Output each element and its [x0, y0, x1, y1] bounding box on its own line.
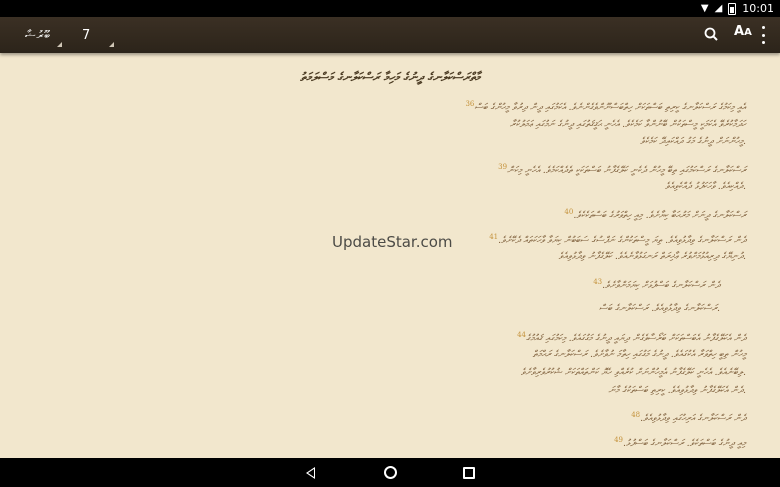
- verse-text: ރަސްކަލާނގެ ދީނަށް މަރުޙަބާ ކިޔާށެވެ. މި…: [573, 210, 746, 222]
- verse-text: ދެއްކިއެވެ. ވާހަކަފުޅު ދެއްކެވިއެވެ.: [665, 181, 746, 192]
- battery-icon: [728, 2, 737, 15]
- verse-line: ދެން ރަސްކަލާނގެ އަރިހުގައި ވިދާޅުވިއެވެ…: [629, 411, 746, 424]
- verse-line: އެއީ މިކަމުގެ ރަސްކަލާނގެ ކީރިތި ބަސްތަކ…: [463, 100, 746, 113]
- verse-line: ދުނިޔޭގެ ދިރިއުޅުމަށްވުރެ ޢާޚިރަތް ރަނގަ…: [559, 251, 746, 262]
- search-icon: [704, 27, 718, 41]
- verse-line: ލިބޭނެއެވެ. އެހެނީ ކަލޭގެފާނު އެމީހުންނަ…: [521, 367, 746, 378]
- verse-line: މީހުންނަށް ދީނުގެ މަގު ދައްކައިދޭ ކަމެކެ…: [640, 136, 746, 147]
- watermark: UpdateStar.com: [332, 233, 453, 251]
- verse-line: މީހުން ތިބީ ހިތްވަރާ އެކުގައެވެ. ދީނުގެ …: [533, 349, 746, 360]
- verse-text: ރަސްކަލާނގެ ވިދާޅުވިއެވެ. ރަސްކަލާނގެ ބަ…: [598, 303, 720, 314]
- reading-pane[interactable]: މާތްރަސްކަލާނގެ ދީނުގެ މަހިމާ ރަސްކަލާނގ…: [0, 53, 780, 458]
- verse-line: ދެއްކިއެވެ. ވާހަކަފުޅު ދެއްކެވިއެވެ.: [665, 181, 746, 192]
- verse-line: ދެން އެކަލޭގެފާނު އެބަސްތަކަށް ބަރޯސާވެގ…: [515, 331, 746, 344]
- chapter-number: 7: [82, 27, 91, 43]
- font-size-button[interactable]: A A: [734, 24, 752, 46]
- status-bar: ▼ ◢ 10:01: [0, 0, 780, 17]
- verse-text: ލިބޭނެއެވެ. އެހެނީ ކަލޭގެފާނު އެމީހުންނަ…: [520, 367, 746, 378]
- verse-number: 41: [489, 233, 499, 241]
- verse-text: މިއީ ދީނުގެ ބަސްތަކެވެ. ރަސްކަލާނގެ ބަސް…: [623, 438, 746, 450]
- verse-text: ހަދަމާކުރެވޭ އެކަމަކީ މީސްތަކުން ބޭނުންވ…: [509, 119, 746, 130]
- verse-line: ރަސްކަލާނގެ ދީނަށް މަރުޙަބާ ކިޔާށެވެ. މި…: [562, 208, 746, 221]
- wifi-icon: ▼: [700, 2, 709, 14]
- verse-text: ދެން އެކަލޭގެފާނު ވިދާޅުވިއެވެ. ކީރިތި ބ…: [608, 385, 746, 396]
- chapter-selector[interactable]: 7: [70, 17, 114, 53]
- font-size-icon-small: A: [744, 27, 752, 38]
- recent-apps-icon[interactable]: [463, 467, 475, 479]
- signal-icon: ◢: [714, 2, 723, 14]
- status-time: 10:01: [742, 2, 774, 15]
- book-selector[interactable]: ބޫރުޝާ: [14, 17, 62, 53]
- font-size-icon-large: A: [734, 24, 745, 39]
- verse-line: ހަދަމާކުރެވޭ އެކަމަކީ މީސްތަކުން ބޭނުންވ…: [510, 119, 746, 130]
- verse-text: ދުނިޔޭގެ ދިރިއުޅުމަށްވުރެ ޢާޚިރަތް ރަނގަ…: [558, 251, 746, 262]
- verse-text: އެއީ މިކަމުގެ ރަސްކަލާނގެ ކީރިތި ބަސްތަކ…: [474, 102, 746, 114]
- verse-text: ދެން ރަސްކަލާނގެ ވިދާޅުވިއެވެ. ތިޔަ މީސް…: [498, 235, 746, 247]
- verse-text: ރަސްކަލާނގެ ރަސްކަމުގައި ތިބޭ މީހުން ދެކ…: [507, 165, 746, 177]
- verse-text: ދެން ރަސްކަލާނގެ ބަސްފުޅަށް ކިޔަމަންވާށެ…: [602, 280, 720, 292]
- chapter-heading: މާތްރަސްކަލާނގެ ދީނުގެ މަހިމާ ރަސްކަލާނގ…: [300, 70, 480, 84]
- verse-number: 48: [631, 411, 641, 419]
- back-icon[interactable]: [306, 467, 315, 479]
- verse-text: މީހުން ތިބީ ހިތްވަރާ އެކުގައެވެ. ދީނުގެ …: [532, 349, 746, 360]
- dropdown-corner-icon: [57, 42, 62, 47]
- verse-text: ދެން ރަސްކަލާނގެ އަރިހުގައި ވިދާޅުވިއެވެ…: [640, 413, 746, 425]
- home-icon[interactable]: [384, 466, 397, 479]
- verse-line: ރަސްކަލާނގެ ވިދާޅުވިއެވެ. ރަސްކަލާނގެ ބަ…: [599, 303, 720, 314]
- verse-line: ދެން ރަސްކަލާނގެ ވިދާޅުވިއެވެ. ތިޔަ މީސް…: [487, 233, 746, 246]
- search-button[interactable]: [702, 25, 722, 45]
- app-bar: ބޫރުޝާ 7 A A: [0, 17, 780, 53]
- verse-line: ދެން އެކަލޭގެފާނު ވިދާޅުވިއެވެ. ކީރިތި ބ…: [608, 385, 746, 396]
- verse-line: ދެން ރަސްކަލާނގެ ބަސްފުޅަށް ކިޔަމަންވާށެ…: [591, 278, 720, 291]
- verse-number: 40: [564, 208, 574, 216]
- verse-line: ރަސްކަލާނގެ ރަސްކަމުގައި ތިބޭ މީހުން ދެކ…: [496, 163, 746, 176]
- verse-text: މީހުންނަށް ދީނުގެ މަގު ދައްކައިދޭ ކަމެކެ…: [640, 136, 746, 147]
- dropdown-corner-icon: [109, 42, 114, 47]
- menu-dot-icon: [761, 26, 765, 29]
- verse-number: 49: [614, 436, 624, 444]
- verse-text: ދެން އެކަލޭގެފާނު އެބަސްތަކަށް ބަރޯސާވެގ…: [525, 333, 746, 345]
- book-name: ބޫރުޝާ: [24, 27, 52, 42]
- verse-number: 43: [593, 278, 603, 286]
- navigation-bar: [0, 458, 780, 487]
- verse-number: 44: [517, 331, 526, 339]
- verse-number: 39: [498, 163, 508, 171]
- verse-line: މިއީ ދީނުގެ ބަސްތަކެވެ. ރަސްކަލާނގެ ބަސް…: [612, 436, 746, 449]
- overflow-menu-button[interactable]: [760, 26, 766, 44]
- menu-dot-icon: [761, 41, 765, 44]
- menu-dot-icon: [761, 33, 765, 37]
